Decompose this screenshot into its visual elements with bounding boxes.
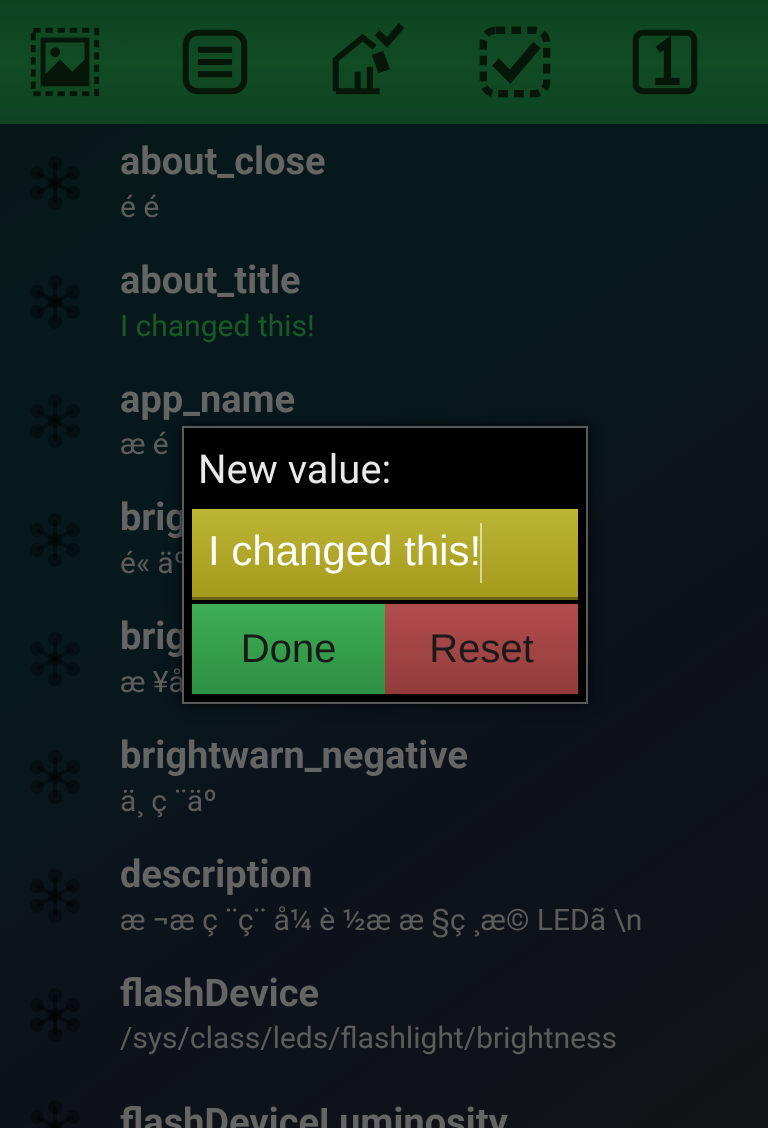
dialog-input-wrap	[192, 509, 578, 600]
edit-value-dialog: New value: Done Reset	[182, 426, 588, 704]
dialog-button-row: Done Reset	[192, 604, 578, 694]
done-button[interactable]: Done	[192, 604, 385, 694]
dialog-title: New value:	[192, 436, 578, 509]
reset-button[interactable]: Reset	[385, 604, 578, 694]
value-input[interactable]	[192, 509, 578, 593]
